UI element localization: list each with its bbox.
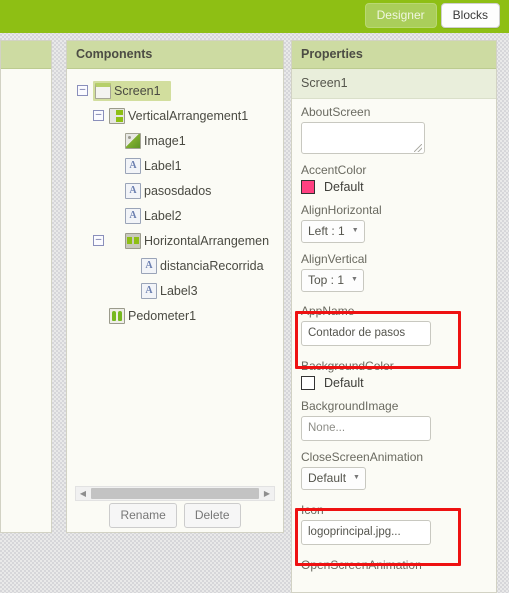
appname-input[interactable]: Contador de pasos [301, 321, 431, 346]
property-label: Icon [301, 503, 324, 517]
property-openscreenanimation: OpenScreenAnimation [301, 558, 487, 572]
accent-color-value: Default [324, 180, 364, 194]
components-action-buttons: Rename Delete [67, 503, 283, 528]
label-icon: A [141, 282, 157, 299]
tree-item-label3[interactable]: A Label3 [67, 278, 283, 303]
accent-color-swatch[interactable] [301, 180, 315, 194]
property-label: CloseScreenAnimation [301, 450, 424, 464]
components-panel: Components Screen1 VerticalArrangement1 … [66, 40, 284, 533]
collapse-toggle-icon[interactable] [93, 235, 104, 246]
tree-item-label: distanciaRecorrida [160, 258, 264, 273]
blocks-tab-button[interactable]: Blocks [440, 3, 500, 28]
chevron-down-icon: ▼ [351, 276, 358, 283]
property-backgroundcolor: BackgroundColor Default [301, 359, 487, 390]
alignhorizontal-value: Left : 1 [308, 224, 345, 238]
alignvertical-value: Top : 1 [308, 273, 345, 287]
tree-item-horizontalarrangement1[interactable]: HorizontalArrangemen [67, 228, 283, 253]
tree-item-label: Label3 [160, 283, 198, 298]
property-label: AlignHorizontal [301, 203, 382, 217]
tree-item-pedometer1[interactable]: Pedometer1 [67, 303, 283, 328]
scroll-left-arrow-icon[interactable]: ◀ [76, 489, 90, 498]
label-icon: A [125, 182, 141, 199]
horizontal-arrangement-icon [125, 232, 141, 249]
component-tree: Screen1 VerticalArrangement1 Image1 A La… [67, 69, 283, 328]
designer-tab-button[interactable]: Designer [364, 3, 437, 28]
components-panel-title: Components [67, 41, 283, 69]
chevron-down-icon: ▼ [353, 474, 360, 481]
tree-item-label1[interactable]: A Label1 [67, 153, 283, 178]
icon-input[interactable]: logoprincipal.jpg... [301, 520, 431, 545]
collapse-toggle-icon[interactable] [93, 110, 104, 121]
alignhorizontal-select[interactable]: Left : 1 ▼ [301, 220, 365, 243]
tree-item-selected-highlight: Screen1 [93, 80, 171, 101]
top-green-bar: Designer Blocks [0, 0, 509, 33]
closescreenanimation-select[interactable]: Default ▼ [301, 467, 366, 490]
tree-item-image1[interactable]: Image1 [67, 128, 283, 153]
property-icon: Icon logoprincipal.jpg... [301, 503, 487, 545]
tree-item-label: VerticalArrangement1 [128, 108, 249, 123]
property-closescreenanimation: CloseScreenAnimation Default ▼ [301, 450, 487, 490]
label-icon: A [125, 207, 141, 224]
property-label: AlignVertical [301, 252, 368, 266]
tree-item-verticalarrangement1[interactable]: VerticalArrangement1 [67, 103, 283, 128]
collapse-toggle-icon[interactable] [77, 85, 88, 96]
aboutscreen-textarea[interactable] [301, 122, 425, 154]
properties-panel-title: Properties [292, 41, 496, 69]
property-label: AboutScreen [301, 105, 371, 119]
tree-item-label: HorizontalArrangemen [144, 233, 270, 248]
property-label: AccentColor [301, 163, 367, 177]
property-backgroundimage: BackgroundImage None... [301, 399, 487, 441]
tree-item-label: pasosdados [144, 183, 212, 198]
chevron-down-icon: ▼ [351, 227, 359, 234]
property-appname: AppName Contador de pasos [301, 304, 487, 346]
property-label: AppName [301, 304, 355, 318]
backgroundimage-input[interactable]: None... [301, 416, 431, 441]
property-accentcolor: AccentColor Default [301, 163, 487, 194]
accentcolor-picker[interactable]: Default [301, 180, 487, 194]
rename-button[interactable]: Rename [109, 503, 177, 528]
tree-item-label2[interactable]: A Label2 [67, 203, 283, 228]
label-icon: A [141, 257, 157, 274]
tree-item-label: Pedometer1 [128, 308, 197, 323]
property-alignhorizontal: AlignHorizontal Left : 1 ▼ [301, 203, 487, 243]
components-horizontal-scrollbar[interactable]: ◀ ▶ [75, 486, 275, 501]
screen-icon [95, 82, 111, 99]
property-aboutscreen: AboutScreen [301, 105, 487, 154]
designer-blocks-toggle: Designer Blocks [364, 3, 500, 28]
alignvertical-select[interactable]: Top : 1 ▼ [301, 269, 364, 292]
tree-item-distanciarecorrida[interactable]: A distanciaRecorrida [67, 253, 283, 278]
tree-item-label: Label2 [144, 208, 182, 223]
vertical-arrangement-icon [109, 107, 125, 124]
tree-item-pasosdados[interactable]: A pasosdados [67, 178, 283, 203]
background-color-swatch[interactable] [301, 376, 315, 390]
properties-selected-component: Screen1 [292, 69, 496, 99]
property-label: BackgroundImage [301, 399, 399, 413]
image-icon [125, 132, 141, 149]
tree-item-label: Screen1 [114, 83, 161, 98]
palette-panel-header [1, 41, 51, 69]
backgroundcolor-picker[interactable]: Default [301, 376, 487, 390]
property-label: BackgroundColor [301, 359, 394, 373]
pedometer-icon [109, 307, 125, 324]
scrollbar-thumb[interactable] [91, 488, 259, 499]
closescreenanimation-value: Default [308, 471, 347, 485]
tree-item-screen1[interactable]: Screen1 [67, 78, 283, 103]
tree-item-label: Label1 [144, 158, 182, 173]
property-alignvertical: AlignVertical Top : 1 ▼ [301, 252, 487, 292]
background-color-value: Default [324, 376, 364, 390]
tree-item-label: Image1 [144, 133, 186, 148]
properties-panel: Properties Screen1 AboutScreen AccentCol… [291, 40, 497, 593]
properties-list: AboutScreen AccentColor Default AlignHor… [292, 99, 496, 572]
scroll-right-arrow-icon[interactable]: ▶ [260, 489, 274, 498]
delete-button[interactable]: Delete [183, 503, 241, 528]
label-icon: A [125, 157, 141, 174]
property-label: OpenScreenAnimation [301, 558, 422, 572]
palette-panel [0, 40, 52, 533]
